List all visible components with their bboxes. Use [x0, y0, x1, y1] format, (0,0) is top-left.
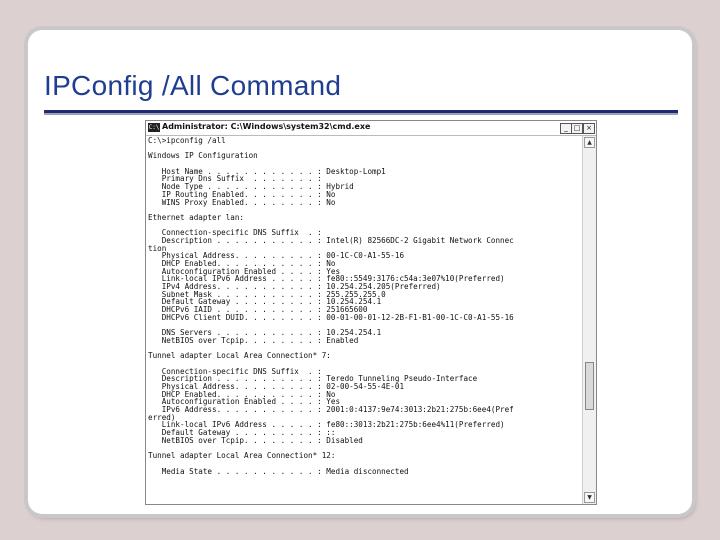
close-button[interactable]: ×	[583, 123, 595, 134]
console-line: WINS Proxy Enabled. . . . . . . . : No	[148, 197, 336, 207]
console-output[interactable]: C:\>ipconfig /all Windows IP Configuratio…	[148, 137, 580, 503]
console-line: Windows IP Configuration	[148, 151, 258, 161]
cmd-window: C:\ Administrator: C:\Windows\system32\c…	[145, 120, 597, 505]
scroll-up-icon[interactable]: ▲	[584, 137, 595, 148]
scroll-down-icon[interactable]: ▼	[584, 492, 595, 503]
console-line: Tunnel adapter Local Area Connection* 7:	[148, 351, 331, 361]
console-line: NetBIOS over Tcpip. . . . . . . . : Disa…	[148, 435, 363, 445]
console-line: Tunnel adapter Local Area Connection* 12…	[148, 451, 336, 461]
console-line: IPv6 Address. . . . . . . . . . . : 2001…	[148, 405, 514, 415]
scroll-thumb[interactable]	[585, 362, 594, 410]
window-titlebar[interactable]: C:\ Administrator: C:\Windows\system32\c…	[146, 121, 596, 136]
console-line: Description . . . . . . . . . . . : Inte…	[148, 235, 514, 245]
console-line: DHCPv6 Client DUID. . . . . . . . : 00-0…	[148, 312, 514, 322]
maximize-button[interactable]: □	[571, 123, 583, 134]
console-line: Media State . . . . . . . . . . . : Medi…	[148, 466, 409, 476]
console-line: C:\>ipconfig /all	[148, 137, 226, 145]
window-title: Administrator: C:\Windows\system32\cmd.e…	[162, 122, 371, 131]
console-line: Ethernet adapter lan:	[148, 212, 245, 222]
slide-title: IPConfig /All Command	[44, 70, 342, 101]
console-line: NetBIOS over Tcpip. . . . . . . . : Enab…	[148, 335, 359, 345]
cmd-icon: C:\	[148, 123, 160, 132]
title-underline-shadow	[44, 113, 678, 115]
vertical-scrollbar[interactable]: ▲ ▼	[582, 136, 596, 504]
